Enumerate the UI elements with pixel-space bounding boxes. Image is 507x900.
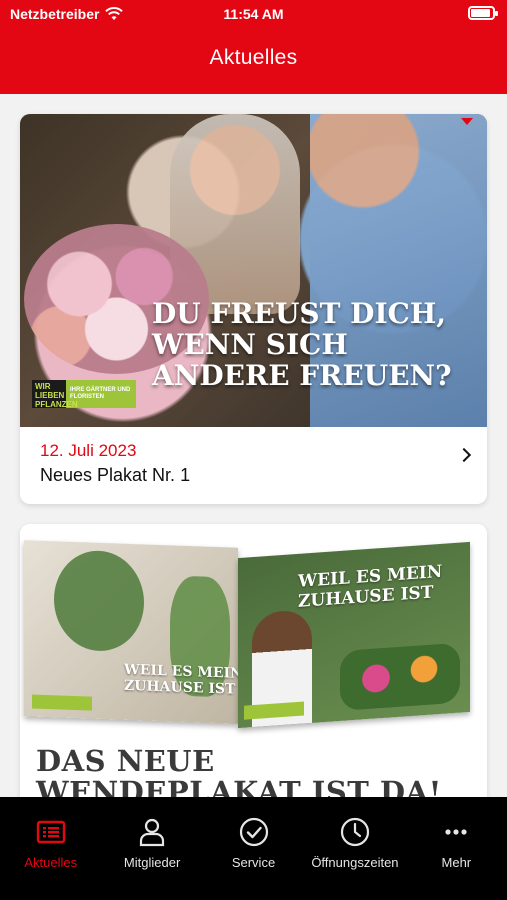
clock-time: 11:54 AM [223, 6, 284, 22]
news-list-icon [36, 820, 65, 844]
brand-logo: WIR LIEBEN PFLANZEN IHRE GÄRTNER UND FLO… [32, 380, 136, 409]
tab-bar: Aktuelles Mitglieder Service Öffnungszei… [0, 797, 507, 900]
poster-garden: WEIL ES MEIN ZUHAUSE IST [238, 541, 470, 729]
news-card[interactable]: DU FREUST DICH, WENN SICH ANDERE FREUEN?… [20, 114, 487, 504]
chevron-right-icon[interactable] [456, 447, 472, 463]
tab-label: Service [231, 855, 276, 870]
tab-oeffnungszeiten[interactable]: Öffnungszeiten [304, 797, 405, 877]
tab-service[interactable]: Service [203, 797, 304, 877]
news-date: 12. Juli 2023 [40, 441, 137, 460]
top-bar: Netzbetreiber 11:54 AM Aktuelles [0, 0, 507, 94]
tab-mehr[interactable]: Mehr [406, 797, 507, 877]
news-headline: DAS NEUE WENDEPLAKAT IST DA! [36, 744, 442, 798]
app-screen: Netzbetreiber 11:54 AM Aktuelles DU FREU… [0, 0, 507, 900]
corner-marker-icon [461, 118, 473, 125]
news-card-image: WEIL ES MEIN ZUHAUSE IST WEIL ES MEIN ZU… [20, 524, 487, 729]
news-title: Neues Plakat Nr. 1 [40, 465, 191, 485]
poster-text: WEIL ES MEIN ZUHAUSE IST [124, 661, 238, 698]
poster-text: WEIL ES MEIN ZUHAUSE IST [298, 561, 443, 612]
brand-logo-subtitle: IHRE GÄRTNER UND FLORISTEN [70, 387, 131, 400]
news-card[interactable]: WEIL ES MEIN ZUHAUSE IST WEIL ES MEIN ZU… [20, 524, 487, 797]
news-feed[interactable]: DU FREUST DICH, WENN SICH ANDERE FREUEN?… [0, 94, 507, 797]
checkmark-circle-icon [239, 817, 268, 847]
poster-indoor: WEIL ES MEIN ZUHAUSE IST [24, 540, 238, 724]
more-dots-icon [445, 829, 467, 835]
person-icon [140, 818, 165, 847]
page-title: Aktuelles [209, 46, 298, 69]
battery-icon [468, 6, 498, 20]
image-plants [54, 549, 144, 653]
status-bar: Netzbetreiber 11:54 AM [0, 0, 507, 28]
image-flower-pots [340, 642, 460, 711]
news-card-meta: 12. Juli 2023 Neues Plakat Nr. 1 [40, 441, 190, 486]
tab-label: Aktuelles [24, 855, 78, 870]
brand-logo-mark: WIR LIEBEN PFLANZEN [32, 380, 78, 409]
clock-icon [340, 817, 370, 847]
tab-mitglieder[interactable]: Mitglieder [101, 797, 202, 877]
tab-label: Öffnungszeiten [311, 855, 399, 870]
brand-logo [32, 694, 92, 711]
tab-label: Mitglieder [123, 855, 181, 870]
image-headline: DU FREUST DICH, WENN SICH ANDERE FREUEN? [152, 297, 452, 392]
tab-label: Mehr [441, 855, 472, 870]
tab-aktuelles[interactable]: Aktuelles [0, 797, 101, 877]
news-card-image: DU FREUST DICH, WENN SICH ANDERE FREUEN?… [20, 114, 487, 427]
